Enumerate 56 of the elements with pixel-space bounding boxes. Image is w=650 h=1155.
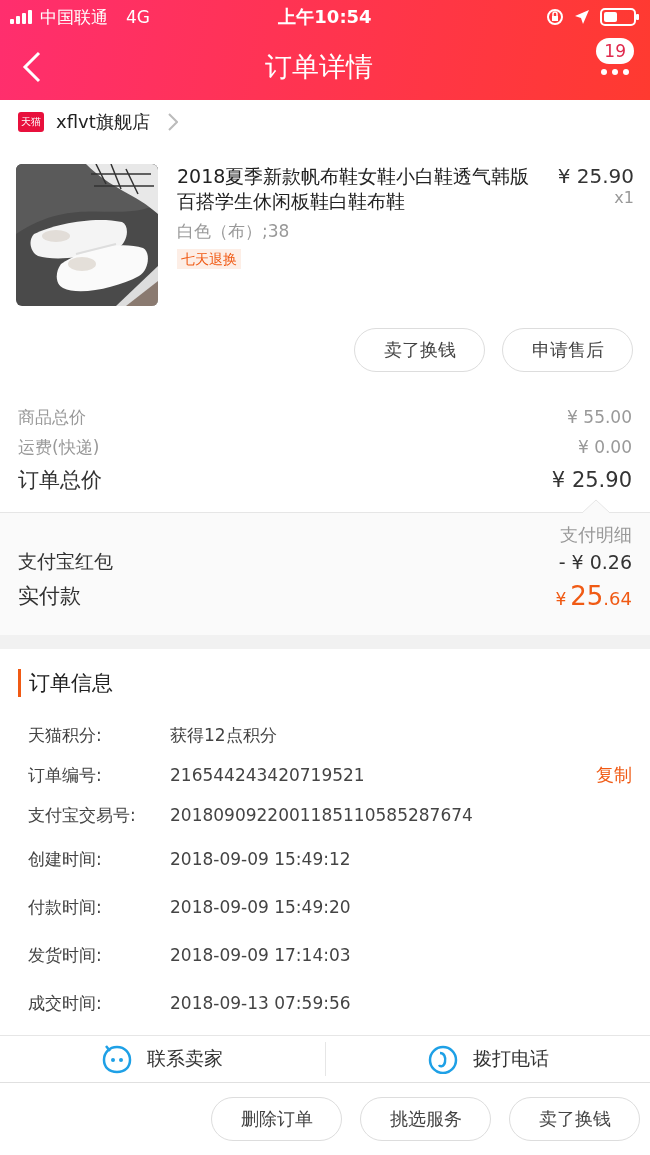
info-value: 2018-09-09 15:49:12 (170, 849, 352, 869)
info-value: 216544243420719521 (170, 765, 366, 785)
shop-link[interactable]: 天猫 xflvt旗舰店 (0, 100, 650, 144)
location-icon (574, 9, 590, 25)
price-value: ¥ 25.90 (551, 468, 632, 492)
info-label: 成交时间: (28, 991, 103, 1015)
shop-name: xflvt旗舰店 (56, 110, 150, 134)
battery-icon (600, 7, 640, 27)
price-label: 订单总价 (18, 467, 102, 494)
info-value: 获得12点积分 (170, 723, 278, 747)
network-type: 4G (126, 7, 150, 27)
price-value: ¥ 55.00 (567, 407, 632, 427)
action-button[interactable]: 申请售后 (502, 328, 633, 372)
page-title: 订单详情 (265, 50, 374, 84)
info-value: 2018-09-13 07:59:56 (170, 993, 352, 1013)
section-title: 订单信息 (18, 669, 632, 697)
payment-label: 支付宝红包 (18, 549, 113, 574)
product-spec: 白色（布）;38 (177, 220, 291, 243)
return-tag: 七天退换 (177, 249, 241, 269)
copy-link[interactable]: 复制 (596, 763, 632, 787)
status-time: 上午10:54 (278, 5, 372, 29)
chevron-right-icon (167, 113, 178, 131)
more-icon (600, 68, 631, 76)
action-button[interactable]: 删除订单 (211, 1097, 342, 1141)
info-label: 付款时间: (28, 895, 103, 919)
notification-badge: 19 (596, 38, 634, 64)
product-price: ¥ 25.90 (557, 164, 634, 188)
info-label: 天猫积分: (28, 723, 103, 747)
info-value: 2018-09-09 15:49:20 (170, 897, 352, 917)
paid-amount: ¥25.64 (555, 581, 632, 611)
payment-value: - ¥ 0.26 (558, 551, 632, 573)
action-button[interactable]: 卖了换钱 (354, 328, 485, 372)
price-value: ¥ 0.00 (577, 437, 632, 457)
info-label: 发货时间: (28, 943, 103, 967)
chat-icon (101, 1044, 134, 1074)
action-button[interactable]: 挑选服务 (360, 1097, 491, 1141)
info-label: 订单编号: (28, 763, 103, 787)
more-button[interactable]: 19 (596, 38, 634, 76)
info-label: 支付宝交易号: (28, 803, 137, 827)
back-icon[interactable] (22, 51, 42, 83)
signal-icon (10, 10, 34, 24)
contact-button[interactable]: 拨打电话 (324, 1042, 650, 1076)
price-label: 商品总价 (18, 405, 86, 429)
store-logo: 天猫 (18, 112, 44, 132)
info-value: 2018-09-09 17:14:03 (170, 945, 352, 965)
paid-label: 实付款 (18, 583, 81, 610)
phone-icon (426, 1044, 459, 1074)
info-value: 2018090922001185110585287674 (170, 805, 474, 825)
rotation-lock-icon (546, 8, 564, 26)
product-title[interactable]: 2018夏季新款帆布鞋女鞋小白鞋透气韩版百搭学生休闲板鞋白鞋布鞋 (177, 164, 548, 214)
product-quantity: x1 (614, 188, 634, 207)
contact-button[interactable]: 联系卖家 (0, 1042, 325, 1076)
info-label: 创建时间: (28, 847, 103, 871)
carrier-name: 中国联通 (40, 5, 108, 29)
price-label: 运费(快递) (18, 435, 100, 459)
action-button[interactable]: 卖了换钱 (509, 1097, 640, 1141)
